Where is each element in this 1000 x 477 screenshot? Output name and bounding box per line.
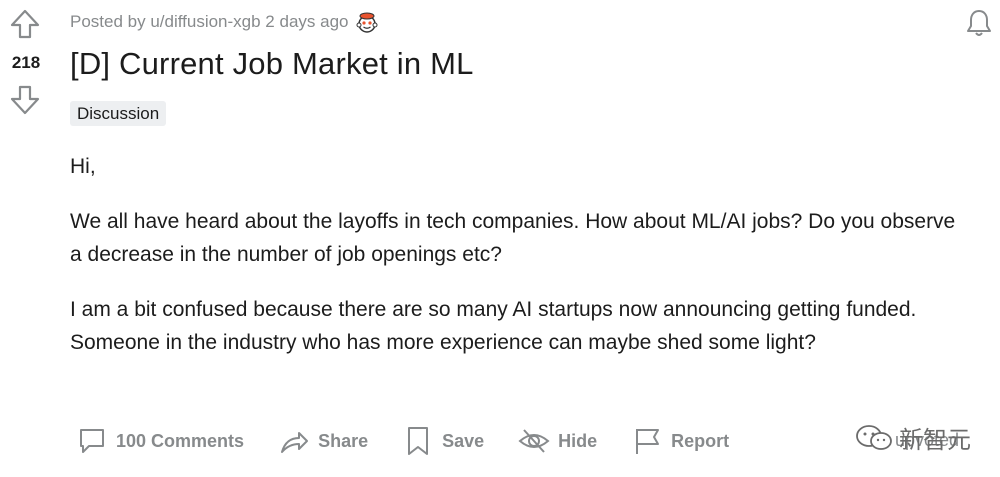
- arrow-down-icon[interactable]: [9, 84, 41, 116]
- vote-score: 218: [11, 53, 41, 72]
- arrow-up-icon[interactable]: [9, 8, 41, 40]
- body-paragraph: I am a bit confused because there are so…: [70, 298, 917, 354]
- save-label: Save: [442, 430, 485, 451]
- share-button[interactable]: Share: [278, 425, 368, 457]
- post-meta: Posted by u/diffusion-xgb 2 days ago: [70, 9, 380, 35]
- post-actions: 100 Comments Share Save Hide Report: [76, 421, 763, 461]
- save-button[interactable]: Save: [402, 425, 484, 457]
- comment-icon: [80, 429, 104, 453]
- report-label: Report: [671, 430, 730, 451]
- body-paragraph: We all have heard about the layoffs in t…: [70, 210, 956, 266]
- post-body: Hi, We all have heard about the layoffs …: [70, 150, 970, 381]
- author-line[interactable]: Posted by u/diffusion-xgb 2 days ago: [70, 12, 348, 32]
- share-label: Share: [318, 430, 369, 451]
- bell-icon[interactable]: [963, 7, 995, 39]
- bookmark-icon: [408, 427, 429, 455]
- flair-badge[interactable]: Discussion: [70, 101, 167, 126]
- flag-icon: [636, 429, 660, 454]
- hide-button[interactable]: Hide: [518, 425, 597, 457]
- comments-button[interactable]: 100 Comments: [76, 425, 244, 457]
- snoo-award-icon[interactable]: [354, 9, 380, 35]
- hide-label: Hide: [558, 430, 598, 451]
- report-button[interactable]: Report: [631, 425, 729, 457]
- share-icon: [281, 432, 309, 453]
- eye-slash-icon: [518, 429, 550, 453]
- post-title[interactable]: [D] Current Job Market in ML: [70, 46, 474, 82]
- body-paragraph: Hi,: [70, 155, 96, 178]
- comments-label: 100 Comments: [116, 430, 245, 451]
- watermark: 新智元: [855, 420, 971, 455]
- wechat-icon: [856, 424, 892, 450]
- watermark-text: 新智元: [899, 427, 971, 454]
